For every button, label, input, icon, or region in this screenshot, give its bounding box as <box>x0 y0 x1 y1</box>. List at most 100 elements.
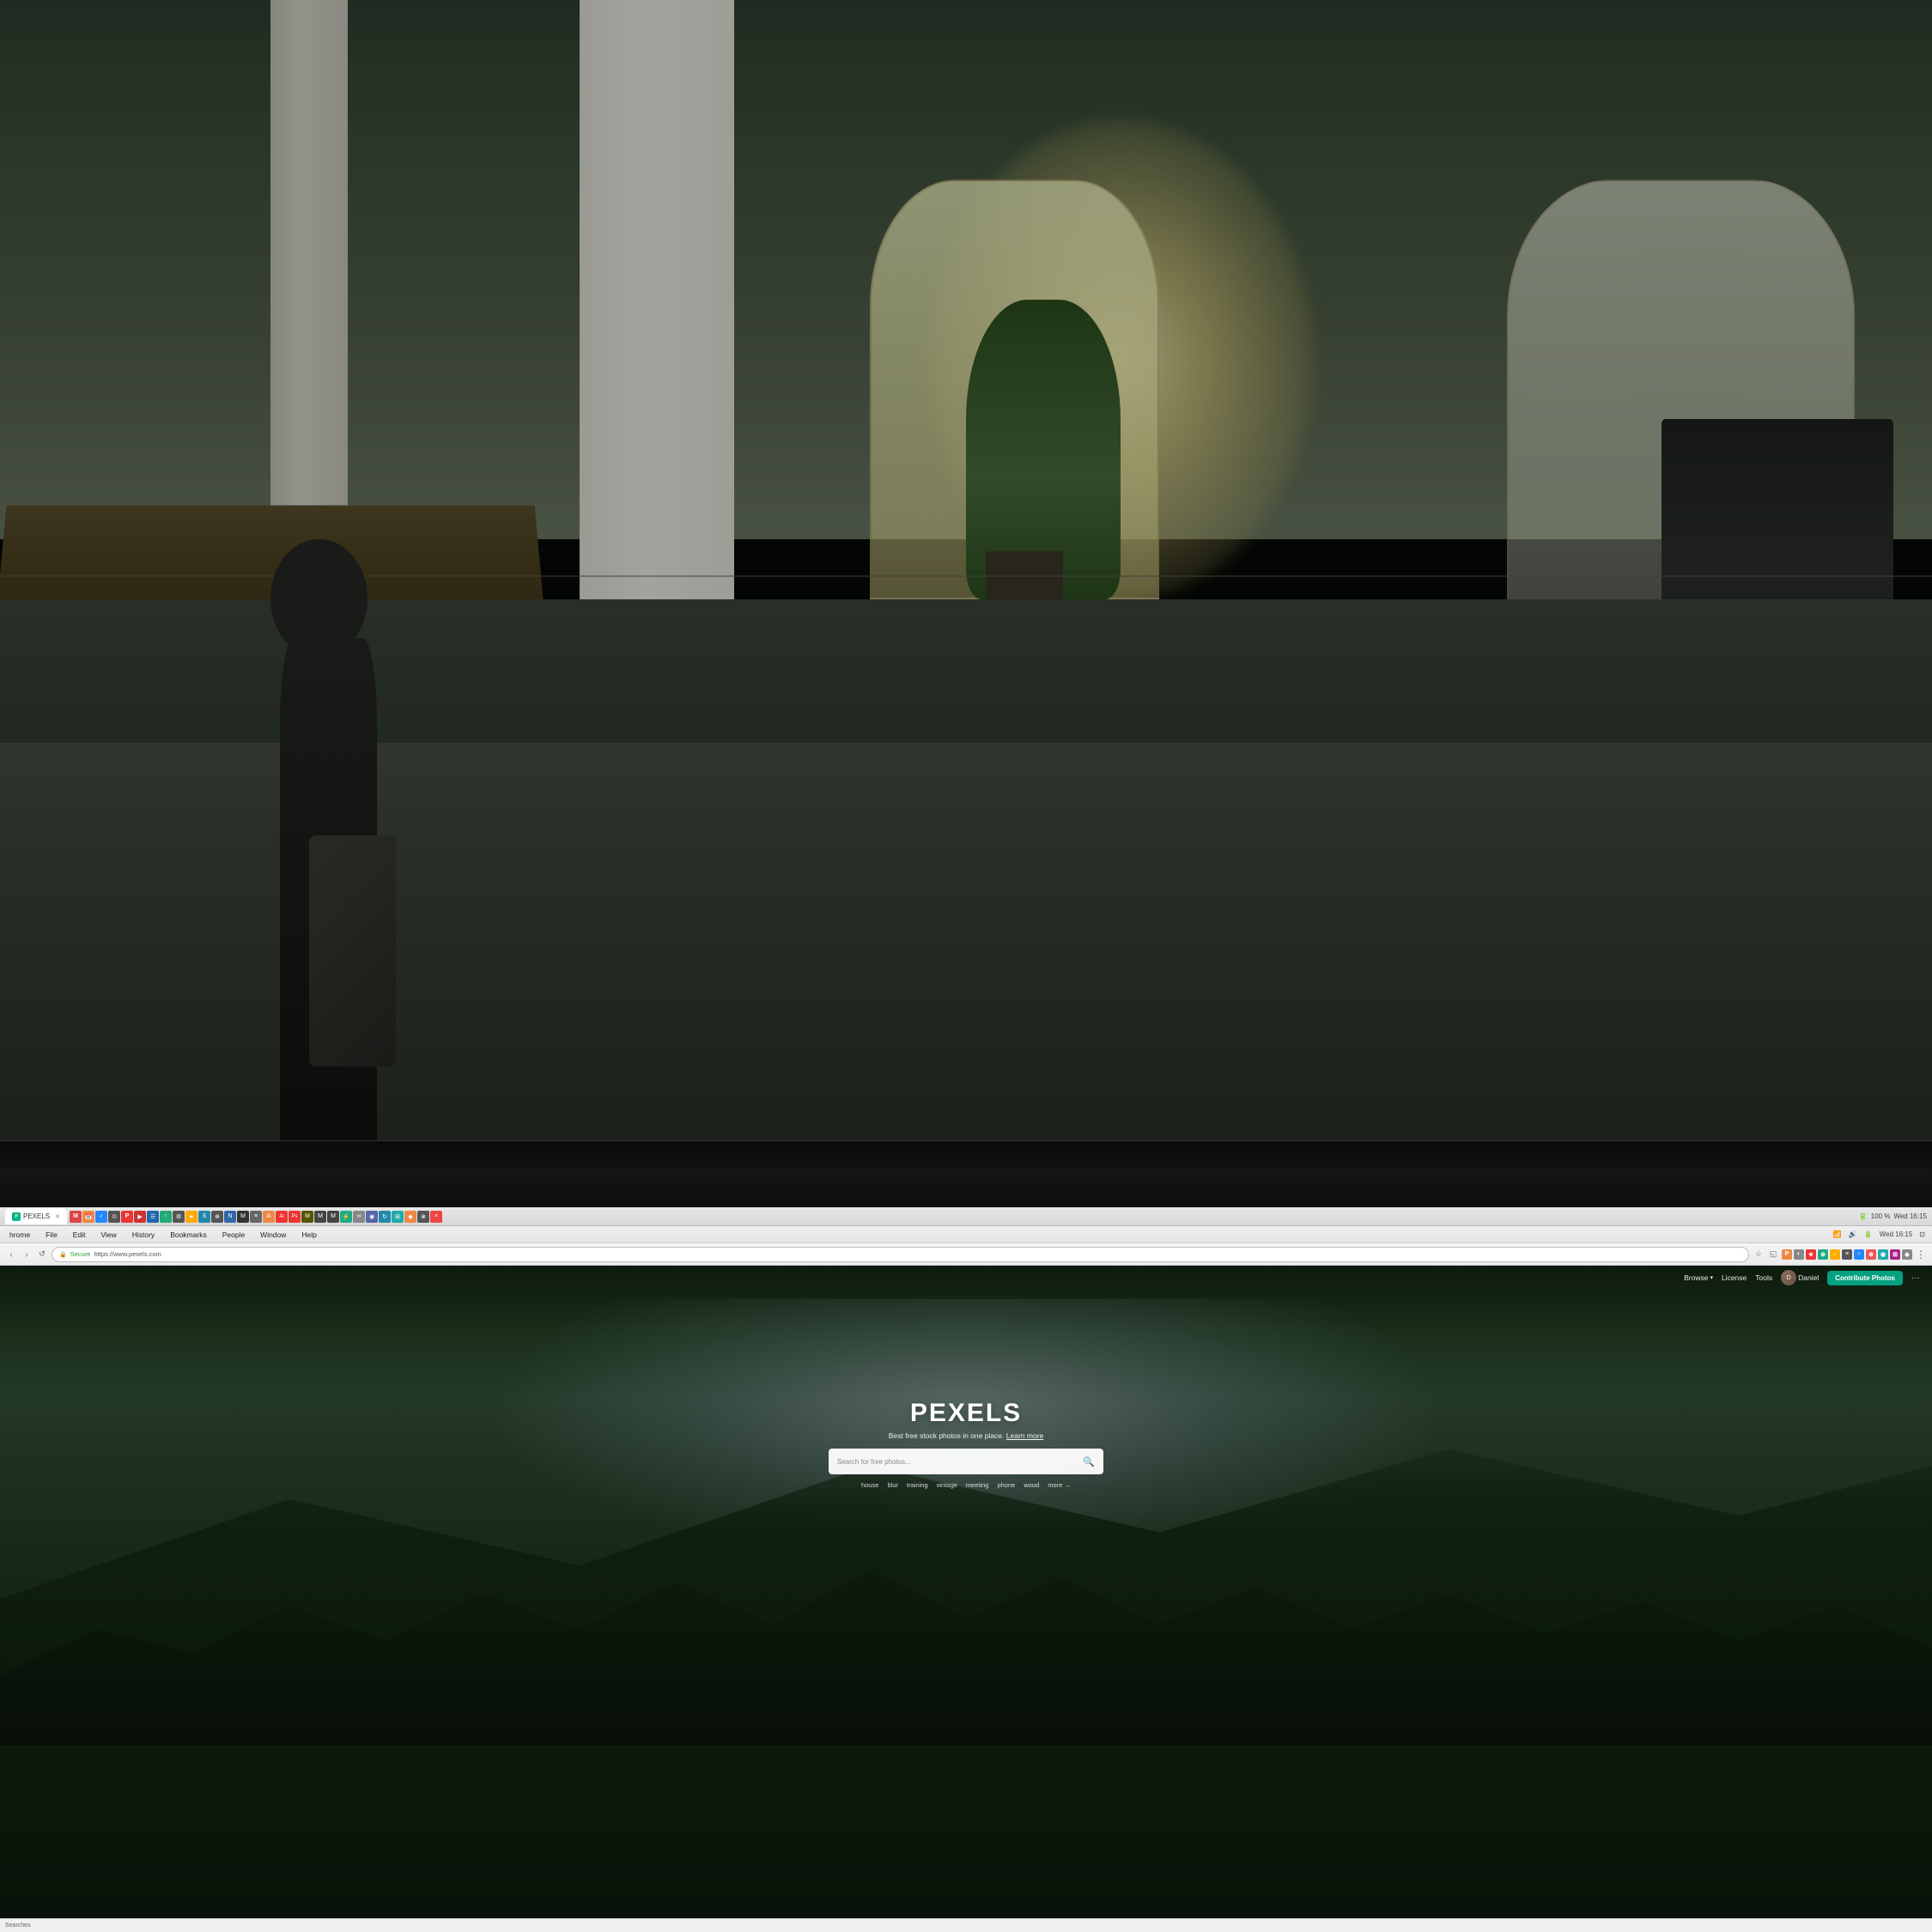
search-bar[interactable]: Search for free photos... 🔍 <box>829 1449 1103 1474</box>
browser-toolbar: ‹ › ↺ 🔒 Secure https://www.pexels.com ☆ … <box>0 1243 1932 1266</box>
ext8[interactable]: ⊕ <box>211 1211 223 1223</box>
menu-people[interactable]: People <box>220 1230 247 1240</box>
address-bar[interactable]: 🔒 Secure https://www.pexels.com <box>52 1247 1749 1262</box>
user-profile[interactable]: D Daniel <box>1781 1270 1819 1285</box>
menu-view[interactable]: View <box>98 1230 118 1240</box>
ext11[interactable]: ≡ <box>250 1211 262 1223</box>
menu-window[interactable]: Window <box>258 1230 289 1240</box>
search-placeholder: Search for free photos... <box>837 1458 1078 1466</box>
menu-bookmarks[interactable]: Bookmarks <box>167 1230 210 1240</box>
ext18[interactable]: ◉ <box>366 1211 378 1223</box>
ext-red2[interactable]: ⊗ <box>1866 1249 1876 1260</box>
tag-meeting[interactable]: meeting <box>966 1481 989 1489</box>
menu-file[interactable]: File <box>43 1230 60 1240</box>
secure-icon: 🔒 <box>59 1251 67 1258</box>
extensions-button[interactable]: ◱ <box>1767 1249 1779 1261</box>
tag-vintage[interactable]: vintage <box>937 1481 957 1489</box>
extension-icons: P ◐ ★ ⊕ ⚡ ≡ ↑ ⊗ ◉ ⊞ ◆ <box>1782 1249 1912 1260</box>
ext16[interactable]: ⚡ <box>340 1211 352 1223</box>
tab-favicon: P <box>12 1212 21 1221</box>
license-nav-item[interactable]: License <box>1722 1273 1747 1282</box>
url-text: https://www.pexels.com <box>94 1250 161 1258</box>
tag-blur[interactable]: blur <box>887 1481 898 1489</box>
ext10[interactable]: M <box>237 1211 249 1223</box>
tags-more-button[interactable]: more → <box>1048 1481 1071 1489</box>
browse-nav-item[interactable]: Browse ▾ <box>1684 1273 1713 1282</box>
ext21[interactable]: ◆ <box>404 1211 416 1223</box>
ext-dark[interactable]: ◐ <box>1794 1249 1804 1260</box>
ext-blue[interactable]: ↑ <box>1854 1249 1864 1260</box>
tab-list: P PEXELS ✕ M 📅 ✓ ⊙ P ▶ ☰ ↑ ⚙ ★ S ⊕ N M ≡ <box>5 1208 1856 1224</box>
office-background <box>0 0 1932 1198</box>
secure-label: Secure <box>70 1250 91 1258</box>
bookmark-button[interactable]: ☆ <box>1753 1249 1765 1261</box>
menu-help[interactable]: Help <box>299 1230 319 1240</box>
person-silhouette <box>232 539 425 1198</box>
tag-wood[interactable]: wood <box>1024 1481 1039 1489</box>
learn-more-link[interactable]: Learn more <box>1006 1431 1043 1440</box>
youtube-icon[interactable]: ▶ <box>134 1211 146 1223</box>
chrome-menu-button[interactable]: ⋮ <box>1915 1249 1927 1261</box>
battery-icon-menu: 🔋 <box>1864 1230 1873 1238</box>
calendar-icon[interactable]: 📅 <box>82 1211 94 1223</box>
menu-chrome[interactable]: hrome <box>7 1230 33 1240</box>
adobe2-icon[interactable]: Ps <box>289 1211 301 1223</box>
battery-percent: 100 % <box>1871 1212 1891 1220</box>
browser-window: P PEXELS ✕ M 📅 ✓ ⊙ P ▶ ☰ ↑ ⚙ ★ S ⊕ N M ≡ <box>0 1207 1932 1932</box>
contribute-photos-button[interactable]: Contribute Photos <box>1827 1271 1903 1285</box>
ext2[interactable]: P <box>121 1211 133 1223</box>
ext9[interactable]: N <box>224 1211 236 1223</box>
browse-label: Browse <box>1684 1273 1708 1282</box>
ext4[interactable]: ↑ <box>160 1211 172 1223</box>
wifi-icon: 📶 <box>1833 1230 1842 1238</box>
gmail-icon[interactable]: M <box>70 1211 82 1223</box>
tag-phone[interactable]: phone <box>997 1481 1015 1489</box>
menu-history[interactable]: History <box>130 1230 157 1240</box>
status-text: Searches <box>5 1923 31 1929</box>
refresh-button[interactable]: ↺ <box>36 1249 48 1261</box>
ext6[interactable]: ★ <box>185 1211 197 1223</box>
ext22[interactable]: ⊗ <box>417 1211 429 1223</box>
ext-teal[interactable]: ◉ <box>1878 1249 1888 1260</box>
search-icon[interactable]: 🔍 <box>1083 1455 1095 1467</box>
ext-pinterest[interactable]: P <box>1782 1249 1792 1260</box>
pexels-navbar: Browse ▾ License Tools D Daniel Contribu… <box>0 1266 1932 1290</box>
tag-house[interactable]: house <box>861 1481 878 1489</box>
ext19[interactable]: ↻ <box>379 1211 391 1223</box>
ext3[interactable]: ☰ <box>147 1211 159 1223</box>
ext12[interactable]: A <box>263 1211 275 1223</box>
ext15[interactable]: M <box>327 1211 339 1223</box>
more-options-button[interactable]: ··· <box>1911 1273 1920 1283</box>
ext7[interactable]: S <box>198 1211 210 1223</box>
ext-red[interactable]: ★ <box>1806 1249 1816 1260</box>
tools-nav-item[interactable]: Tools <box>1755 1273 1772 1282</box>
ext5[interactable]: ⚙ <box>173 1211 185 1223</box>
ext17[interactable]: ∞ <box>353 1211 365 1223</box>
system-tray-icons: 📶 🔊 🔋 Wed 16:15 ⊡ <box>1833 1230 1925 1238</box>
volume-icon: 🔊 <box>1849 1230 1857 1238</box>
ext14[interactable]: M <box>314 1211 326 1223</box>
ext-green[interactable]: ⊕ <box>1818 1249 1828 1260</box>
tagline-text: Best free stock photos in one place. <box>889 1431 1005 1440</box>
ext20[interactable]: ⊞ <box>392 1211 404 1223</box>
ext-yellow[interactable]: ⚡ <box>1830 1249 1840 1260</box>
ext-purple[interactable]: ⊞ <box>1890 1249 1900 1260</box>
pexels-logo: PEXELS <box>910 1399 1022 1428</box>
toolbar-action-buttons: ☆ ◱ P ◐ ★ ⊕ ⚡ ≡ ↑ ⊗ ◉ ⊞ ◆ ⋮ <box>1753 1249 1927 1261</box>
battery-icon: 🔋 <box>1859 1212 1868 1220</box>
ext-grey2[interactable]: ◆ <box>1902 1249 1912 1260</box>
active-tab[interactable]: P PEXELS ✕ <box>5 1208 67 1224</box>
pexels-website: Browse ▾ License Tools D Daniel Contribu… <box>0 1266 1932 1932</box>
todo-icon[interactable]: ✓ <box>95 1211 107 1223</box>
menu-edit[interactable]: Edit <box>70 1230 88 1240</box>
ext1[interactable]: ⊙ <box>108 1211 120 1223</box>
tab-close-icon[interactable]: ✕ <box>55 1213 60 1220</box>
tag-training[interactable]: training <box>907 1481 928 1489</box>
forward-button[interactable]: › <box>21 1249 33 1261</box>
ext13[interactable]: M <box>301 1211 313 1223</box>
back-button[interactable]: ‹ <box>5 1249 17 1261</box>
search-tags: house blur training vintage meeting phon… <box>861 1481 1071 1489</box>
adobe-icon[interactable]: Ai <box>276 1211 288 1223</box>
ext23[interactable]: × <box>430 1211 442 1223</box>
ext-grey[interactable]: ≡ <box>1842 1249 1852 1260</box>
